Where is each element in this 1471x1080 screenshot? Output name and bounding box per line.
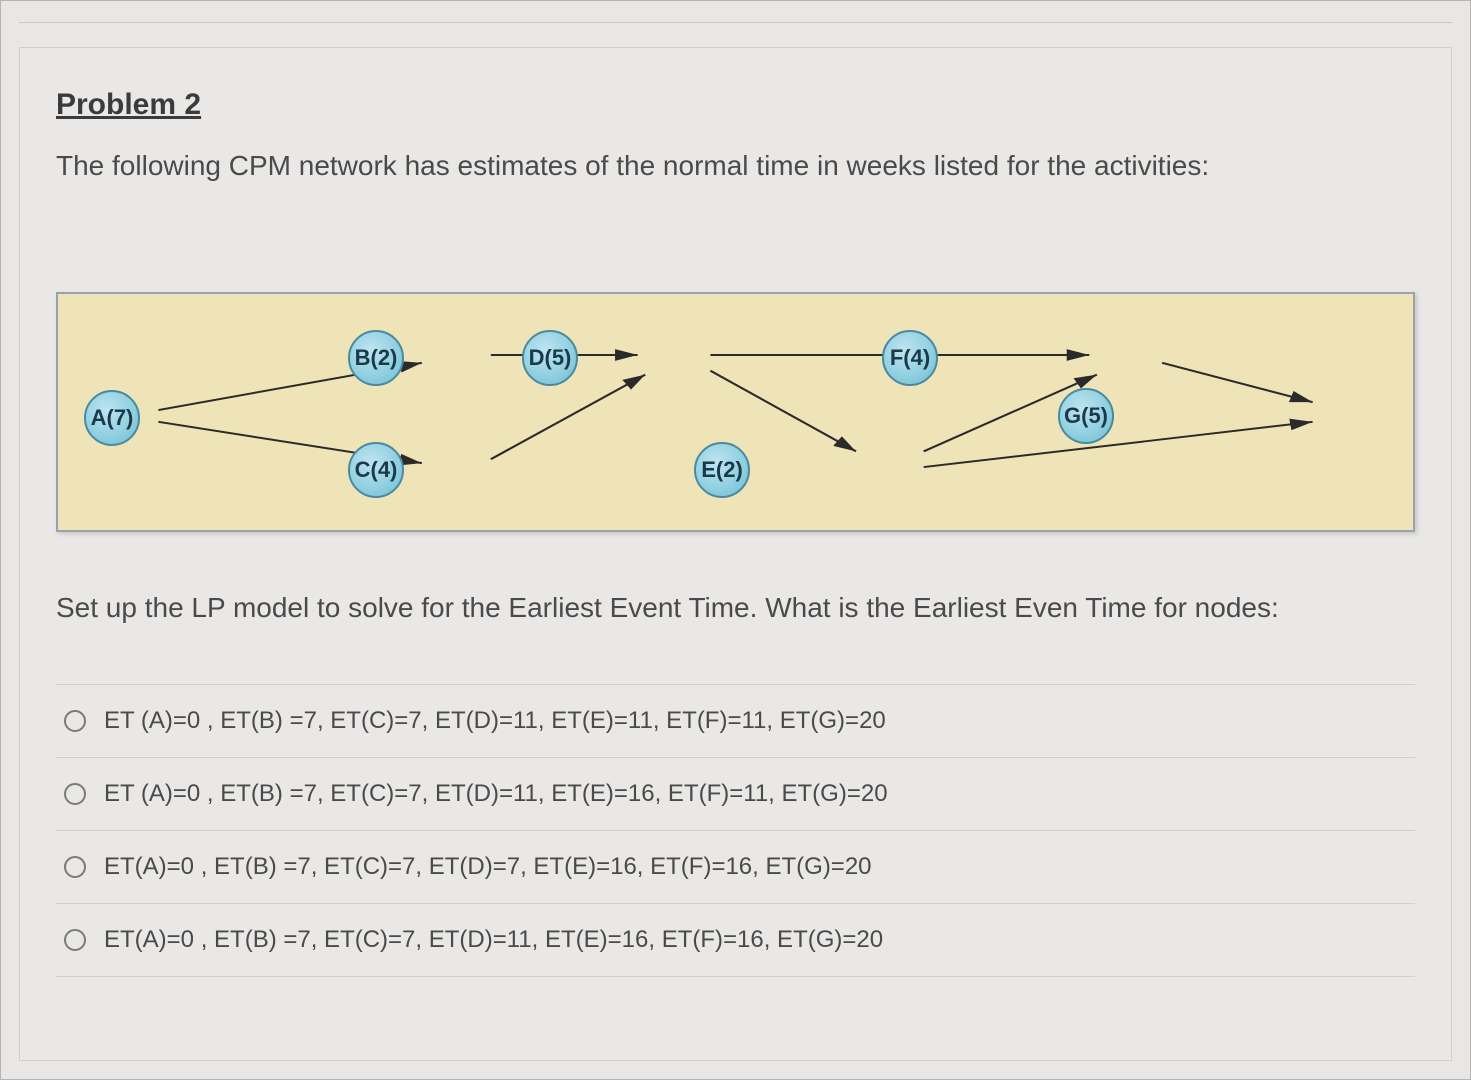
answer-options: ET (A)=0 , ET(B) =7, ET(C)=7, ET(D)=11, …	[56, 684, 1415, 977]
node-a: A(7)	[84, 390, 140, 446]
option-row[interactable]: ET (A)=0 , ET(B) =7, ET(C)=7, ET(D)=11, …	[56, 685, 1415, 758]
question-card: Problem 2 The following CPM network has …	[19, 47, 1452, 1061]
problem-intro: The following CPM network has estimates …	[56, 150, 1415, 182]
node-d: D(5)	[522, 330, 578, 386]
node-g: G(5)	[1058, 388, 1114, 444]
diagram-edges	[58, 294, 1413, 530]
option-row[interactable]: ET(A)=0 , ET(B) =7, ET(C)=7, ET(D)=11, E…	[56, 904, 1415, 977]
problem-title: Problem 2	[56, 88, 1415, 122]
node-b: B(2)	[348, 330, 404, 386]
radio-icon[interactable]	[64, 710, 86, 732]
question-text: Set up the LP model to solve for the Ear…	[56, 592, 1415, 624]
top-divider	[19, 1, 1452, 23]
radio-icon[interactable]	[64, 783, 86, 805]
option-text: ET(A)=0 , ET(B) =7, ET(C)=7, ET(D)=11, E…	[104, 926, 883, 954]
option-row[interactable]: ET (A)=0 , ET(B) =7, ET(C)=7, ET(D)=11, …	[56, 758, 1415, 831]
option-text: ET(A)=0 , ET(B) =7, ET(C)=7, ET(D)=7, ET…	[104, 853, 872, 881]
cpm-network-diagram: A(7) B(2) C(4) D(5) E(2) F(4) G(5)	[56, 292, 1415, 532]
option-row[interactable]: ET(A)=0 , ET(B) =7, ET(C)=7, ET(D)=7, ET…	[56, 831, 1415, 904]
page-container: Problem 2 The following CPM network has …	[0, 0, 1471, 1080]
radio-icon[interactable]	[64, 856, 86, 878]
node-c: C(4)	[348, 442, 404, 498]
radio-icon[interactable]	[64, 929, 86, 951]
node-f: F(4)	[882, 330, 938, 386]
option-text: ET (A)=0 , ET(B) =7, ET(C)=7, ET(D)=11, …	[104, 780, 888, 808]
option-text: ET (A)=0 , ET(B) =7, ET(C)=7, ET(D)=11, …	[104, 707, 886, 735]
node-e: E(2)	[694, 442, 750, 498]
